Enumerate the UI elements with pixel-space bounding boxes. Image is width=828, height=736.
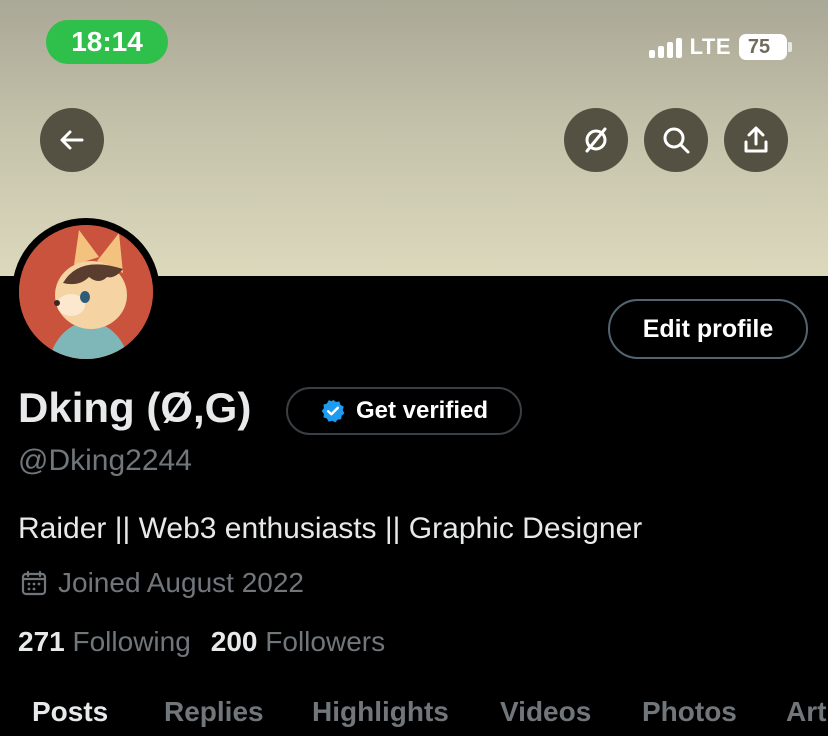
joined-text: Joined August 2022	[58, 567, 304, 598]
profile-tabs: Posts Replies Highlights Videos Photos A…	[0, 696, 828, 736]
search-button[interactable]	[644, 108, 708, 172]
grok-button[interactable]	[564, 108, 628, 172]
profile-handle: @Dking2244	[18, 444, 192, 477]
followers-link[interactable]: 200 Followers	[211, 626, 385, 658]
following-count: 271	[18, 626, 65, 657]
share-button[interactable]	[724, 108, 788, 172]
following-label: Following	[72, 626, 191, 657]
verified-badge-icon	[321, 399, 345, 423]
tab-photos[interactable]: Photos	[642, 696, 737, 728]
followers-count: 200	[210, 626, 258, 657]
network-label: LTE	[689, 34, 731, 59]
avatar[interactable]	[12, 218, 160, 366]
back-arrow-icon	[60, 130, 84, 150]
tab-posts[interactable]: Posts	[32, 696, 108, 728]
follow-stats: 271 Following 200 Followers	[18, 626, 385, 658]
status-time-text: 18:14	[71, 26, 143, 57]
status-indicators: LTE 75	[648, 34, 792, 60]
battery-icon: 75	[739, 34, 792, 60]
following-link[interactable]: 271 Following	[18, 626, 191, 658]
get-verified-button[interactable]: Get verified	[286, 387, 522, 435]
share-icon	[744, 126, 768, 153]
edit-profile-button[interactable]: Edit profile	[608, 299, 808, 359]
calendar-icon	[21, 570, 47, 596]
tab-art[interactable]: Art	[786, 696, 826, 728]
joined-date: Joined August 2022	[20, 567, 304, 599]
status-time: 18:14	[46, 20, 168, 64]
profile-bio: Raider || Web3 enthusiasts || Graphic De…	[18, 512, 643, 545]
display-name: Dking (Ø,G)	[18, 384, 252, 431]
battery-level: 75	[747, 35, 771, 58]
tab-replies[interactable]: Replies	[164, 696, 264, 728]
signal-icon	[648, 36, 682, 58]
edit-profile-label: Edit profile	[642, 314, 774, 343]
avatar-image	[19, 225, 153, 359]
grok-icon	[585, 127, 607, 153]
tab-highlights[interactable]: Highlights	[312, 696, 449, 728]
back-button[interactable]	[40, 108, 104, 172]
search-icon	[663, 127, 690, 154]
tab-videos[interactable]: Videos	[500, 696, 591, 728]
followers-label: Followers	[265, 626, 386, 657]
get-verified-label: Get verified	[355, 397, 489, 424]
